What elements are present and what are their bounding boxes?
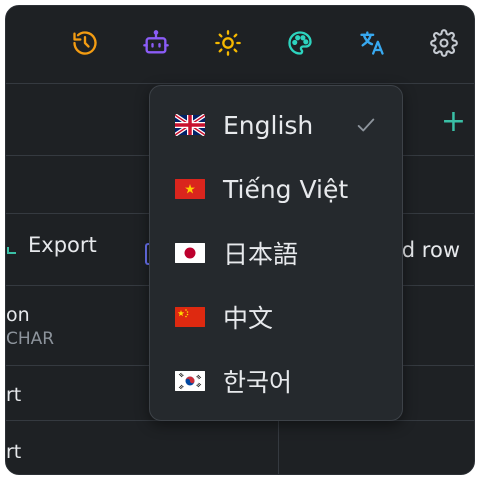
china-flag-icon [175,307,205,327]
language-label: English [223,110,314,140]
language-menu: English Tiếng Việt 日本語 中文 한국어 [149,85,403,421]
language-option-vietnamese[interactable]: Tiếng Việt [150,161,402,217]
export-button[interactable]: Export [6,233,97,257]
table-cell: rt [6,441,22,463]
uk-flag-icon [175,114,205,136]
language-label: 中文 [223,304,274,333]
column-type-cell: CHAR [6,329,55,349]
robot-icon[interactable] [141,28,171,58]
checkmark-icon [357,118,375,132]
language-option-japanese[interactable]: 日本語 [150,225,402,281]
vietnam-flag-icon [175,179,205,199]
add-tab-button[interactable]: + [441,107,466,137]
language-option-chinese[interactable]: 中文 [150,289,402,345]
top-toolbar [6,6,474,84]
table-cell: rt [6,384,22,406]
gear-icon[interactable] [429,28,459,58]
column-divider [278,421,279,474]
add-row-button[interactable]: d row [402,238,460,262]
language-option-english[interactable]: English [150,97,402,153]
column-name-cell: on [6,304,30,326]
language-label: 日本語 [223,240,299,269]
language-option-korean[interactable]: 한국어 [150,353,402,409]
translate-icon[interactable] [357,28,387,58]
export-label: Export [28,233,97,257]
language-label: Tiếng Việt [223,174,349,204]
palette-icon[interactable] [285,28,315,58]
export-icon [7,247,16,254]
history-icon[interactable] [70,28,100,58]
korea-flag-icon [175,371,205,391]
sun-icon[interactable] [213,28,243,58]
language-label: 한국어 [223,368,293,397]
japan-flag-icon [175,243,205,263]
